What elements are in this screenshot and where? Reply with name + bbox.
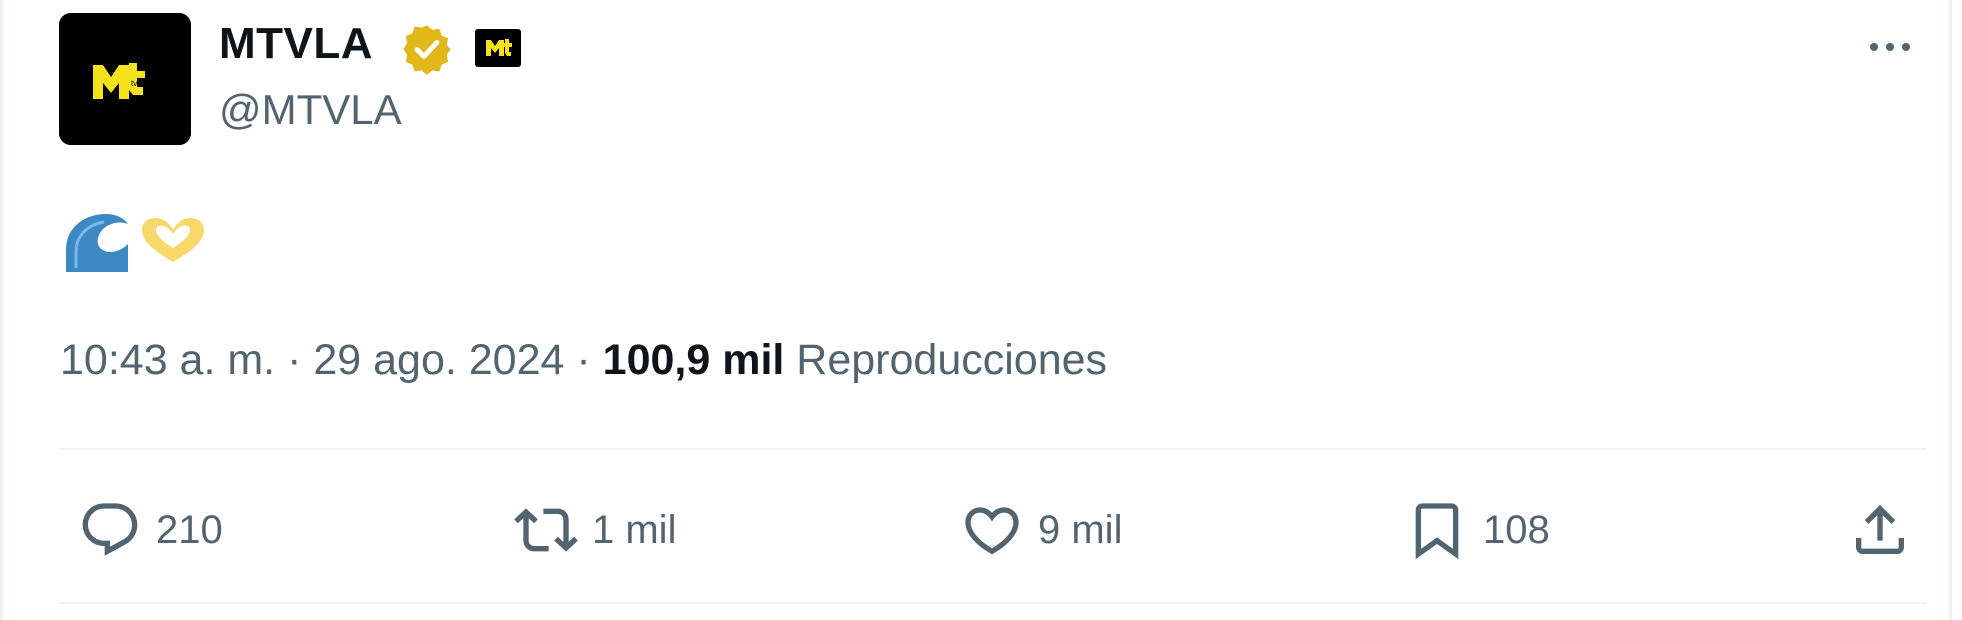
divider <box>59 448 1927 450</box>
tweet-time[interactable]: 10:43 a. m. <box>60 336 275 384</box>
svg-text:tv: tv <box>131 79 137 88</box>
retweet-count: 1 mil <box>592 507 677 552</box>
retweet-icon <box>514 508 578 552</box>
tweet-meta: 10:43 a. m. · 29 ago. 2024 · 100,9 mil R… <box>60 336 1107 385</box>
avatar[interactable]: tv <box>59 13 191 145</box>
handle[interactable]: @MTVLA <box>219 86 402 134</box>
more-options-icon[interactable] <box>1862 30 1918 64</box>
bookmark-button[interactable]: 108 <box>1405 495 1550 565</box>
bookmark-icon <box>1415 503 1459 560</box>
views-count[interactable]: 100,9 mil <box>603 336 785 384</box>
heart-hands-emoji <box>142 218 204 262</box>
display-name[interactable]: MTVLA <box>219 19 373 69</box>
mtv-affiliate-badge-icon[interactable] <box>474 28 522 68</box>
like-button[interactable]: 9 mil <box>960 495 1122 565</box>
heart-icon <box>965 507 1019 555</box>
share-icon <box>1856 504 1904 554</box>
mtv-logo-icon: tv <box>59 13 191 145</box>
reply-icon <box>82 503 138 556</box>
share-button[interactable] <box>1848 495 1912 565</box>
timeline-border-left <box>0 0 3 620</box>
retweet-button[interactable]: 1 mil <box>514 495 676 565</box>
bookmark-count: 108 <box>1483 507 1550 552</box>
views-label-text: Reproducciones <box>796 336 1108 384</box>
meta-separator: · <box>275 336 314 384</box>
verified-gold-badge-icon[interactable] <box>400 22 454 76</box>
views-label: Reproducciones <box>784 336 1107 384</box>
divider <box>59 602 1927 604</box>
wave-emoji <box>66 214 128 272</box>
reply-count: 210 <box>156 507 223 552</box>
tweet-date[interactable]: 29 ago. 2024 <box>313 336 564 384</box>
timeline-border-right <box>1949 0 1952 620</box>
reply-button[interactable]: 210 <box>78 495 223 565</box>
meta-separator: · <box>564 336 603 384</box>
like-count: 9 mil <box>1038 507 1123 552</box>
